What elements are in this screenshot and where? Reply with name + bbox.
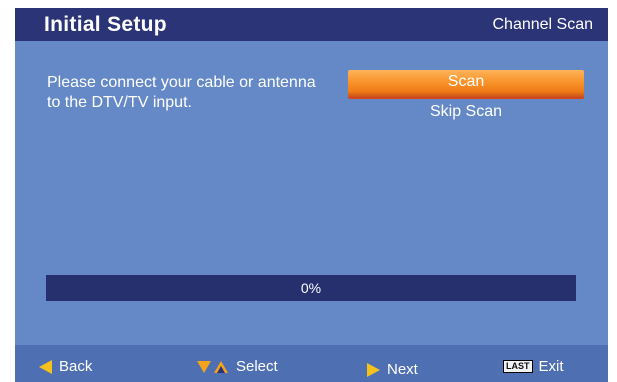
- setup-screen: Initial Setup Channel Scan Please connec…: [15, 8, 608, 382]
- next-hint[interactable]: Next: [367, 361, 418, 378]
- select-hint-label: Select: [236, 358, 278, 375]
- instruction-text: Please connect your cable or antenna to …: [47, 74, 316, 111]
- scan-button-label: Scan: [447, 73, 485, 90]
- back-hint-label: Back: [59, 358, 93, 375]
- next-hint-label: Next: [387, 361, 418, 378]
- progress-label: 0%: [300, 280, 322, 296]
- skip-scan-button-label: Skip Scan: [429, 103, 503, 120]
- left-arrow-icon: [39, 359, 52, 374]
- exit-hint[interactable]: LAST Exit: [503, 358, 564, 375]
- exit-hint-label: Exit: [538, 358, 564, 375]
- scan-button[interactable]: Scan: [348, 70, 584, 99]
- footer-bar: Back Select Next LAST Exit: [15, 345, 608, 382]
- page-title: Initial Setup: [44, 13, 167, 36]
- up-down-arrows-icon: [197, 360, 228, 373]
- scan-progress-bar: 0%: [46, 275, 576, 301]
- back-hint[interactable]: Back: [38, 358, 92, 375]
- last-key-icon: LAST: [503, 360, 533, 373]
- breadcrumb: Channel Scan: [492, 16, 593, 33]
- skip-scan-button[interactable]: Skip Scan: [348, 100, 584, 124]
- right-arrow-icon: [367, 362, 380, 377]
- header-bar: Initial Setup Channel Scan: [15, 8, 608, 41]
- select-hint[interactable]: Select: [195, 358, 278, 375]
